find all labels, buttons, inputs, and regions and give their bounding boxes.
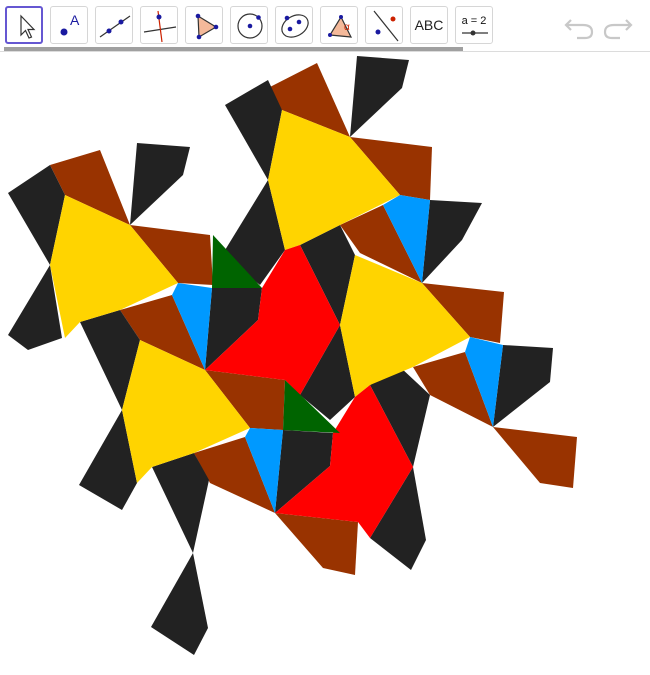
perpendicular-line-tool-button[interactable] bbox=[140, 6, 178, 44]
undo-button[interactable] bbox=[563, 12, 597, 40]
polygon-icon bbox=[195, 13, 219, 40]
redo-icon bbox=[603, 19, 633, 40]
point-tool-button[interactable]: A bbox=[50, 6, 88, 44]
angle-icon bbox=[328, 15, 353, 38]
black-quad[interactable] bbox=[130, 143, 190, 225]
reflect-tool-button[interactable] bbox=[365, 6, 403, 44]
circle-icon bbox=[237, 13, 263, 39]
text-icon: ABC bbox=[414, 17, 444, 33]
redo-button[interactable] bbox=[600, 12, 634, 40]
undo-icon bbox=[564, 19, 594, 40]
slider-tool-button[interactable]: a = 2 bbox=[455, 6, 493, 44]
black-quad[interactable] bbox=[493, 345, 553, 427]
toolbar-scrollbar[interactable] bbox=[4, 47, 463, 51]
slider-icon bbox=[462, 30, 488, 36]
polygon-tool-button[interactable] bbox=[185, 6, 223, 44]
ellipse-icon bbox=[281, 14, 309, 38]
black-quad[interactable] bbox=[422, 200, 482, 283]
angle-tool-label: α bbox=[344, 22, 350, 33]
brown-quad[interactable] bbox=[275, 513, 358, 575]
graphics-view[interactable] bbox=[0, 52, 650, 675]
conic-tool-button[interactable] bbox=[275, 6, 313, 44]
move-tool-button[interactable] bbox=[5, 6, 43, 44]
point-tool-label: A bbox=[70, 12, 80, 28]
line-icon bbox=[99, 15, 131, 38]
circle-tool-button[interactable] bbox=[230, 6, 268, 44]
cursor-arrow-icon bbox=[20, 14, 36, 39]
brown-quad[interactable] bbox=[493, 427, 577, 488]
toolbar: A α ABC a = 2 bbox=[0, 0, 650, 52]
black-quad[interactable] bbox=[350, 56, 409, 137]
perpendicular-line-icon bbox=[143, 10, 177, 43]
reflect-icon bbox=[373, 10, 399, 42]
black-quad[interactable] bbox=[152, 453, 209, 553]
line-tool-button[interactable] bbox=[95, 6, 133, 44]
text-tool-button[interactable]: ABC bbox=[410, 6, 448, 44]
black-quad[interactable] bbox=[151, 553, 208, 655]
angle-tool-button[interactable]: α bbox=[320, 6, 358, 44]
tiling bbox=[8, 56, 577, 655]
